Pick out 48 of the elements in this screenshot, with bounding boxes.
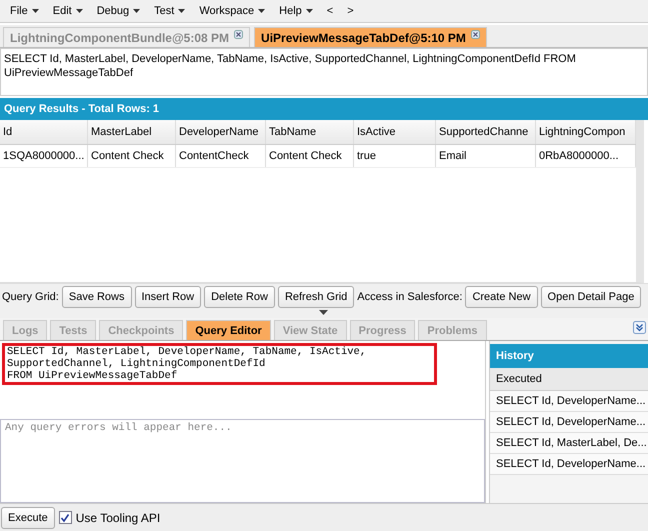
menu-item[interactable]: Workspace	[193, 5, 274, 17]
column-header: Executed	[490, 368, 648, 391]
history-item[interactable]: SELECT Id, MasterLabel, De...	[490, 433, 648, 454]
file-tab[interactable]: UiPreviewMessageTabDef@5:10 PM	[254, 27, 487, 47]
menu-item[interactable]: <	[320, 5, 342, 17]
table-cell: ContentCheck	[176, 145, 266, 167]
column-header[interactable]: TabName	[266, 120, 354, 144]
grid-button[interactable]: Delete Row	[204, 286, 275, 308]
query-editor[interactable]: SELECT Id, MasterLabel, DeveloperName, TabName, IsActive, SupportedChannel, LightningComponentDefId FROM UiPreviewMessageTabDef	[2, 343, 437, 385]
history-item[interactable]: SELECT Id, DeveloperName...	[490, 454, 648, 475]
history-item[interactable]: SELECT Id, DeveloperName...	[490, 412, 648, 433]
collapse-icon[interactable]	[633, 321, 646, 334]
menu-item[interactable]: >	[341, 5, 362, 17]
grid-button[interactable]: Insert Row	[134, 286, 202, 308]
execute-button[interactable]: Execute	[1, 506, 55, 528]
column-header[interactable]: SupportedChanne	[436, 120, 536, 144]
salesforce-button[interactable]: Open Detail Page	[540, 286, 642, 308]
column-header[interactable]: LightningCompon	[536, 120, 636, 144]
salesforce-label: Access in Salesforce:	[357, 291, 462, 303]
table-cell: true	[354, 145, 436, 167]
table-cell: Content Check	[88, 145, 176, 167]
close-icon[interactable]	[234, 30, 244, 39]
menu-item[interactable]: Help	[273, 5, 321, 17]
menu-item[interactable]: Debug	[90, 5, 148, 17]
checkbox[interactable]	[58, 511, 72, 524]
menu-item[interactable]: File	[4, 5, 47, 17]
menu-item[interactable]: Edit	[46, 5, 91, 17]
column-header[interactable]: IsActive	[354, 120, 436, 144]
table-cell: 0RbA8000000...	[536, 145, 636, 167]
column-header[interactable]: Id	[0, 120, 88, 144]
query-text: SELECT Id, MasterLabel, DeveloperName, TabName, IsActive, SupportedChannel, LightningComponentDefId FROM UiPreviewMessageTabDef	[0, 48, 648, 96]
salesforce-button[interactable]: Create New	[465, 286, 538, 308]
grid-button[interactable]: Refresh Grid	[278, 286, 354, 308]
grid-button[interactable]: Save Rows	[62, 286, 132, 308]
table-cell: Email	[436, 145, 536, 167]
query-grid-label: Query Grid:	[2, 291, 59, 303]
table-cell: 1SQA8000000...	[0, 145, 88, 167]
column-header[interactable]: DeveloperName	[176, 120, 266, 144]
tooling-api-label: Use Tooling API	[76, 510, 160, 524]
close-icon[interactable]	[470, 30, 480, 39]
column-header[interactable]: MasterLabel	[88, 120, 176, 144]
table-cell: Content Check	[266, 145, 354, 167]
menu-item[interactable]: Test	[148, 5, 194, 17]
panel-tab[interactable]: Query Editor	[186, 320, 271, 340]
errors-field[interactable]: Any query errors will appear here...	[0, 419, 485, 503]
history-item[interactable]: SELECT Id, DeveloperName...	[490, 391, 648, 412]
results-header: Query Results - Total Rows: 1	[0, 98, 648, 120]
history-header: History	[490, 344, 648, 368]
